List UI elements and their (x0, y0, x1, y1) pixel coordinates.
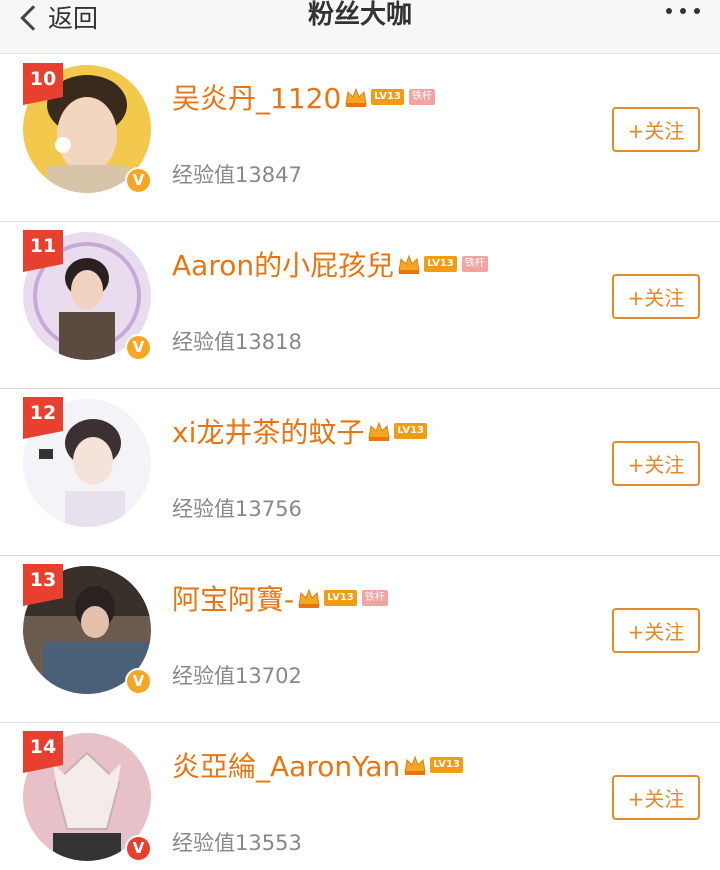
nav-bar: 返回 粉丝大咖 (0, 0, 720, 54)
experience-value: 经验值13818 (172, 330, 302, 354)
crown-icon (398, 254, 420, 274)
list-item[interactable]: 12 xi龙井茶的蚊子 LV13 经验值13756 +关注 (0, 389, 720, 556)
list-item[interactable]: 13 V 阿宝阿寶- LV13 铁杆 经验值13702 +关注 (0, 556, 720, 723)
follow-button[interactable]: +关注 (612, 775, 700, 820)
experience-value: 经验值13847 (172, 163, 302, 187)
user-name[interactable]: Aaron的小屁孩兒 (172, 244, 394, 284)
rank-badge: 14 (23, 731, 63, 773)
level-badge: LV13 (430, 757, 463, 773)
user-name[interactable]: 炎亞綸_AaronYan (172, 745, 400, 785)
user-name[interactable]: xi龙井茶的蚊子 (172, 411, 364, 451)
list-item[interactable]: 11 V Aaron的小屁孩兒 LV13 铁杆 经验值13818 +关注 (0, 222, 720, 389)
level-badge: LV13 (424, 256, 457, 272)
rank-badge: 10 (23, 63, 63, 105)
user-name[interactable]: 阿宝阿寶- (172, 578, 294, 618)
list-item[interactable]: 14 V 炎亞綸_AaronYan LV13 经验值13553 +关注 (0, 723, 720, 870)
level-badge: LV13 (394, 423, 428, 439)
follow-button[interactable]: +关注 (612, 274, 700, 319)
rank-badge: 11 (23, 230, 63, 272)
name-line: xi龙井茶的蚊子 LV13 (172, 411, 428, 451)
dot-icon (680, 8, 686, 14)
verified-icon: V (125, 668, 152, 695)
name-line: 炎亞綸_AaronYan LV13 (172, 745, 463, 785)
fan-list: 10 V 吴炎丹_1120 LV13 铁杆 经验值13847 +关注 11 V … (0, 55, 720, 870)
name-line: Aaron的小屁孩兒 LV13 铁杆 (172, 244, 488, 284)
crown-icon (404, 755, 426, 775)
user-name[interactable]: 吴炎丹_1120 (172, 77, 341, 117)
rank-badge: 13 (23, 564, 63, 606)
rank-badge: 12 (23, 397, 63, 439)
crown-icon (368, 421, 390, 441)
fan-tag: 铁杆 (408, 89, 435, 105)
follow-button[interactable]: +关注 (612, 608, 700, 653)
experience-value: 经验值13756 (172, 497, 302, 521)
experience-value: 经验值13553 (172, 831, 302, 855)
level-badge: LV13 (371, 89, 404, 105)
name-line: 吴炎丹_1120 LV13 铁杆 (172, 77, 435, 117)
dot-icon (694, 8, 700, 14)
fan-tag: 铁杆 (461, 256, 488, 272)
more-menu-button[interactable] (666, 8, 700, 14)
crown-icon (345, 87, 367, 107)
experience-value: 经验值13702 (172, 664, 302, 688)
list-item[interactable]: 10 V 吴炎丹_1120 LV13 铁杆 经验值13847 +关注 (0, 55, 720, 222)
page-title: 粉丝大咖 (307, 0, 412, 30)
fan-tag: 铁杆 (361, 590, 388, 606)
verified-icon: V (125, 334, 152, 361)
level-badge: LV13 (324, 590, 357, 606)
name-line: 阿宝阿寶- LV13 铁杆 (172, 578, 388, 618)
verified-icon: V (125, 167, 152, 194)
crown-icon (298, 588, 320, 608)
follow-button[interactable]: +关注 (612, 107, 700, 152)
verified-icon: V (125, 835, 152, 862)
follow-button[interactable]: +关注 (612, 441, 700, 486)
dot-icon (666, 8, 672, 14)
